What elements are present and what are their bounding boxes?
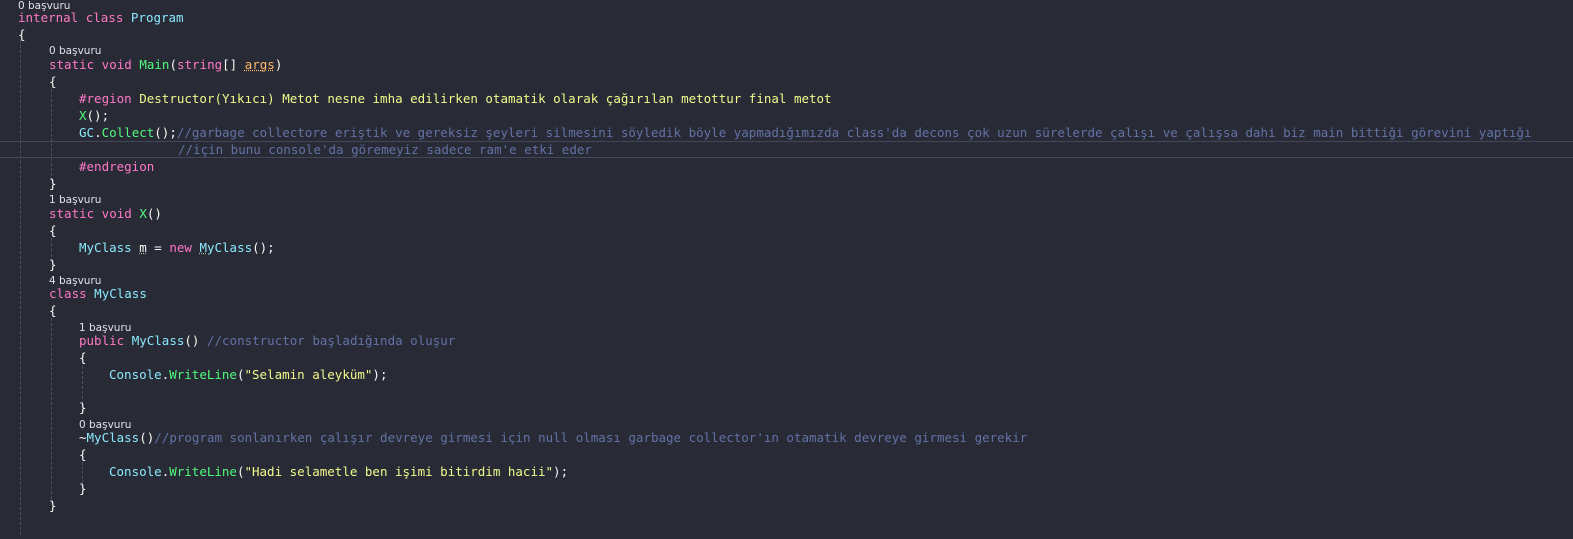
brace: {	[18, 27, 26, 42]
method-call: WriteLine	[169, 464, 237, 479]
code-line[interactable]: //için bunu console'da göremeyiz sadece …	[178, 141, 592, 158]
code-line[interactable]: static void X()	[49, 205, 162, 222]
punctuation: );	[372, 367, 388, 382]
comment: //için bunu console'da göremeyiz sadece …	[178, 142, 592, 157]
brace: {	[49, 223, 57, 238]
code-line[interactable]: Console.WriteLine("Selamin aleyküm");	[109, 366, 387, 383]
code-editor[interactable]: 0 başvuru internal class Program { 0 baş…	[0, 0, 1573, 539]
keyword: new	[169, 240, 192, 255]
punctuation: (	[169, 57, 177, 72]
type-name: Console	[109, 367, 162, 382]
brace: }	[49, 498, 57, 513]
keyword: internal class	[18, 10, 124, 25]
indent-guide	[20, 40, 21, 535]
code-line[interactable]: }	[49, 175, 57, 192]
punctuation: )	[274, 57, 283, 72]
method-call: X	[79, 108, 87, 123]
brace: {	[49, 303, 57, 318]
region-directive: #endregion	[79, 159, 155, 174]
code-line[interactable]: class MyClass	[49, 285, 147, 302]
operator: =	[146, 240, 170, 255]
code-line[interactable]: MyClass m = new MyClass();	[79, 239, 275, 256]
punctuation: );	[553, 464, 569, 479]
brace: {	[79, 350, 87, 365]
indent-guide	[51, 318, 52, 504]
tilde: ~	[79, 430, 87, 445]
string-literal: "Hadi selametle ben işimi bitirdim hacii…	[244, 464, 554, 479]
brace: }	[79, 481, 87, 496]
code-line[interactable]: GC.Collect();//garbage collectore erişti…	[79, 124, 1531, 141]
code-line[interactable]: {	[49, 73, 57, 90]
code-line[interactable]: }	[49, 256, 57, 273]
method-call: Collect	[101, 125, 155, 140]
code-line[interactable]: #endregion	[79, 158, 154, 175]
code-line[interactable]: {	[49, 302, 57, 319]
code-line[interactable]: }	[79, 399, 87, 416]
parameter-name: args	[244, 57, 275, 72]
type-name: Console	[109, 464, 162, 479]
code-line[interactable]: X();	[79, 107, 109, 124]
type-name: MyClass	[79, 240, 132, 255]
indent-guide	[51, 89, 52, 181]
string-literal: "Selamin aleyküm"	[244, 367, 373, 382]
code-line[interactable]: {	[79, 349, 87, 366]
class-name: MyClass	[94, 286, 147, 301]
keyword: class	[49, 286, 87, 301]
code-line[interactable]: static void Main(string[] args)	[49, 56, 282, 73]
keyword: static void	[49, 206, 132, 221]
punctuation: ()	[184, 333, 200, 348]
keyword: string	[176, 57, 223, 72]
method-call: WriteLine	[169, 367, 237, 382]
code-line[interactable]: internal class Program	[18, 9, 184, 26]
region-directive: #region	[79, 91, 132, 106]
punctuation: []	[222, 57, 238, 72]
punctuation: .	[94, 125, 102, 140]
punctuation: ();	[252, 240, 275, 255]
comment: //garbage collectore eriştik ve gereksiz…	[176, 125, 1532, 140]
method-name: Main	[139, 57, 170, 72]
type-name: yClass	[206, 240, 253, 255]
code-line[interactable]: Console.WriteLine("Hadi selametle ben iş…	[109, 463, 568, 480]
class-name: Program	[130, 10, 184, 25]
brace: }	[49, 257, 57, 272]
region-name: Destructor(Yıkıcı) Metot nesne imha edil…	[139, 91, 832, 106]
code-line[interactable]: #region Destructor(Yıkıcı) Metot nesne i…	[79, 90, 832, 107]
code-line[interactable]: {	[49, 222, 57, 239]
method-name: X	[139, 206, 147, 221]
brace: }	[49, 176, 57, 191]
comment: //program sonlanırken çalışır devreye gi…	[154, 430, 1028, 445]
brace: {	[49, 74, 57, 89]
code-line[interactable]: ~MyClass()//program sonlanırken çalışır …	[79, 429, 1027, 446]
keyword: public	[79, 333, 125, 348]
comment: //constructor başladığında oluşur	[206, 333, 456, 348]
code-line[interactable]: }	[79, 480, 87, 497]
type-name: M	[199, 240, 207, 255]
code-line[interactable]: public MyClass() //constructor başladığı…	[79, 332, 455, 349]
punctuation: ()	[146, 206, 162, 221]
punctuation: ();	[86, 108, 110, 123]
brace: {	[79, 447, 87, 462]
class-name: MyClass	[86, 430, 140, 445]
variable-name: m	[139, 240, 147, 255]
code-line[interactable]: {	[18, 26, 26, 43]
code-line[interactable]: }	[49, 497, 57, 514]
type-name: GC	[79, 125, 95, 140]
code-line[interactable]: {	[79, 446, 87, 463]
keyword: static void	[49, 57, 132, 72]
punctuation: ()	[139, 430, 155, 445]
punctuation: ();	[154, 125, 177, 140]
brace: }	[79, 400, 87, 415]
class-name: MyClass	[131, 333, 185, 348]
